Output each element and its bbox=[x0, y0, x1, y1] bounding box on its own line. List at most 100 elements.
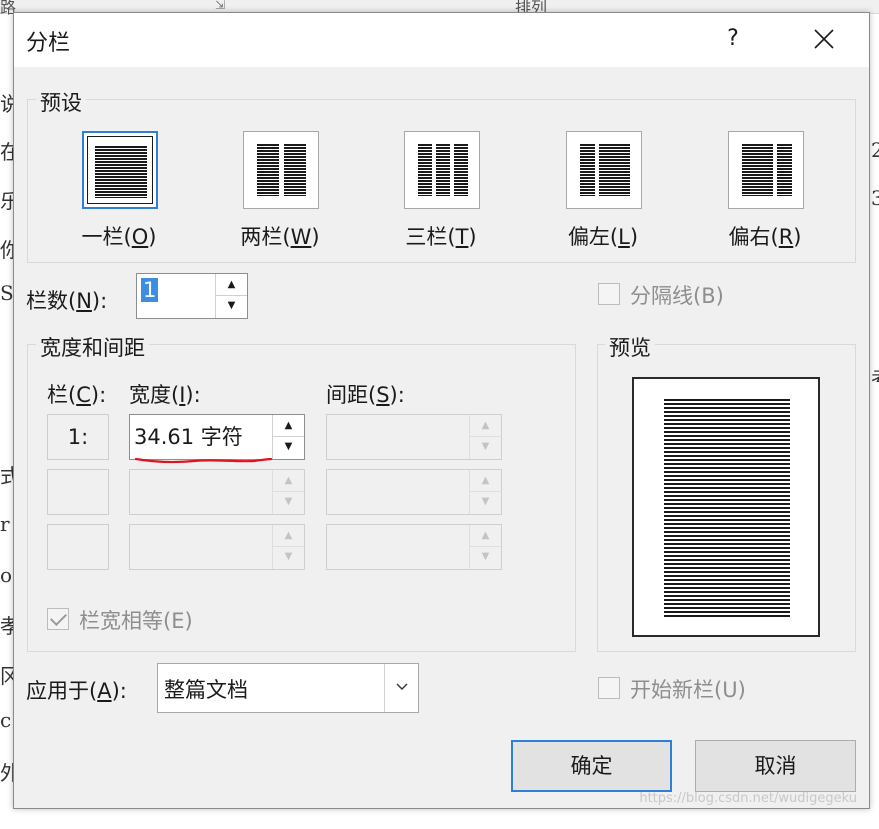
dialog-launcher-icon: ⇲ bbox=[215, 0, 226, 12]
preview-text-lines bbox=[664, 399, 790, 617]
new-column-label: 开始新栏(U) bbox=[630, 678, 746, 702]
spin-up-button: ▲ bbox=[273, 470, 304, 492]
help-button[interactable]: ? bbox=[718, 19, 748, 59]
preset-label-key: R bbox=[778, 225, 794, 249]
spin-down-button: ▼ bbox=[284, 551, 293, 562]
equal-width-label: 栏宽相等(E) bbox=[79, 609, 193, 633]
preview-page bbox=[632, 377, 820, 637]
background-margin-char: S bbox=[0, 281, 14, 305]
spin-up-button[interactable]: ▲ bbox=[216, 274, 247, 296]
background-margin-char: o bbox=[0, 563, 13, 587]
spacing-spinner: ▲ ▼ bbox=[326, 524, 502, 570]
column-number-cell: 1: bbox=[47, 414, 109, 460]
preset-column-lines bbox=[418, 144, 432, 196]
spin-up-button: ▲ bbox=[470, 415, 501, 437]
preset-label-end: ) bbox=[148, 225, 157, 249]
columns-count-value: 1 bbox=[141, 278, 159, 302]
spinner-buttons: ▲ ▼ bbox=[215, 274, 247, 318]
spinner-buttons: ▲ ▼ bbox=[469, 470, 501, 514]
preset-label-key: L bbox=[618, 225, 630, 249]
spin-up-button: ▲ bbox=[470, 525, 501, 547]
equal-width-checkbox bbox=[47, 608, 69, 630]
preset-label-end: ) bbox=[468, 225, 477, 249]
spin-down-button: ▼ bbox=[481, 551, 490, 562]
chevron-down-icon[interactable] bbox=[384, 664, 418, 712]
watermark-text: https://blog.csdn.net/wudigegeku bbox=[639, 791, 857, 806]
preset-one-column[interactable] bbox=[82, 131, 158, 209]
presets-group-label: 预设 bbox=[36, 87, 86, 117]
preset-two-columns[interactable] bbox=[243, 131, 319, 209]
preset-column-lines bbox=[284, 144, 306, 196]
new-column-checkbox[interactable] bbox=[598, 677, 620, 699]
preset-column-lines bbox=[436, 144, 450, 196]
chevron-down-svg bbox=[396, 683, 407, 690]
width-input[interactable]: 34.61 字符 bbox=[134, 421, 243, 451]
label-key: A bbox=[97, 679, 112, 703]
background-margin-char: 3 bbox=[871, 186, 879, 210]
width-spacing-group-label: 宽度和间距 bbox=[36, 332, 149, 362]
preset-right[interactable] bbox=[728, 131, 804, 209]
spin-down-button: ▼ bbox=[481, 441, 490, 452]
preset-label-end: ) bbox=[793, 225, 802, 249]
spacing-header: 间距(S): bbox=[326, 379, 405, 409]
separator-checkbox[interactable] bbox=[598, 283, 620, 305]
col-header: 栏(C): bbox=[47, 379, 106, 409]
spin-down-button: ▼ bbox=[481, 496, 490, 507]
spacing-spinner: ▲ ▼ bbox=[326, 414, 502, 460]
preset-label-end: ) bbox=[311, 225, 320, 249]
preset-right-label[interactable]: 偏右(R) bbox=[705, 221, 825, 251]
header-end: ): bbox=[185, 383, 201, 407]
column-number-cell bbox=[47, 524, 109, 570]
label-key: N bbox=[76, 289, 92, 313]
background-margin-char: c bbox=[0, 708, 12, 732]
preset-column-lines bbox=[742, 144, 773, 196]
preset-one-column-label[interactable]: 一栏(O) bbox=[59, 221, 179, 251]
width-spinner: ▲ ▼ bbox=[129, 524, 305, 570]
apply-to-value: 整篇文档 bbox=[164, 678, 248, 702]
ok-button[interactable]: 确定 bbox=[511, 740, 672, 792]
spin-down-button[interactable]: ▼ bbox=[216, 296, 247, 318]
spinner-buttons: ▲ ▼ bbox=[272, 470, 304, 514]
column-number-cell bbox=[47, 469, 109, 515]
apply-to-select[interactable]: 整篇文档 bbox=[157, 663, 419, 713]
header-text: 宽度( bbox=[129, 383, 180, 407]
cancel-button[interactable]: 取消 bbox=[695, 740, 856, 792]
preset-label-key: W bbox=[290, 225, 312, 249]
spin-up-button[interactable]: ▲ bbox=[273, 415, 304, 437]
preset-left-label[interactable]: 偏左(L) bbox=[543, 221, 663, 251]
columns-count-input[interactable]: 1 bbox=[141, 278, 159, 302]
width-spinner: ▲ ▼ bbox=[129, 469, 305, 515]
preset-label-end: ) bbox=[629, 225, 639, 249]
preset-label-text: 三栏( bbox=[405, 225, 456, 249]
spacing-spinner: ▲ ▼ bbox=[326, 469, 502, 515]
separator-label: 分隔线(B) bbox=[630, 284, 724, 308]
header-text: 栏( bbox=[47, 383, 77, 407]
close-button[interactable] bbox=[804, 19, 844, 59]
preset-two-columns-label[interactable]: 两栏(W) bbox=[220, 221, 340, 251]
background-margin-char: 考 bbox=[871, 362, 879, 391]
columns-count-spinner[interactable]: 1 ▲ ▼ bbox=[136, 273, 248, 319]
spin-down-button[interactable]: ▼ bbox=[273, 437, 304, 459]
apply-to-label: 应用于(A): bbox=[26, 675, 127, 705]
label-end: ): bbox=[111, 679, 127, 703]
header-key: S bbox=[376, 383, 390, 407]
label-text: 栏数( bbox=[26, 289, 77, 313]
preset-label-text: 偏右( bbox=[728, 225, 779, 249]
title-bar: 分栏 ? bbox=[14, 13, 869, 67]
preview-group-label: 预览 bbox=[605, 332, 655, 362]
preset-three-columns-label[interactable]: 三栏(T) bbox=[381, 221, 501, 251]
preset-three-columns[interactable] bbox=[404, 131, 480, 209]
header-text: 间距( bbox=[326, 383, 377, 407]
preset-label-text: 偏左( bbox=[567, 225, 619, 249]
spinner-buttons: ▲ ▼ bbox=[272, 525, 304, 569]
spin-down-button: ▼ bbox=[284, 496, 293, 507]
preset-column-lines bbox=[580, 144, 595, 196]
preset-column-lines bbox=[257, 144, 279, 196]
spinner-buttons: ▲ ▼ bbox=[469, 415, 501, 459]
header-end: ): bbox=[90, 383, 107, 407]
preset-left[interactable] bbox=[566, 131, 642, 209]
preset-column-lines bbox=[95, 146, 147, 198]
header-end: ): bbox=[389, 383, 405, 407]
close-icon bbox=[814, 29, 834, 49]
background-margin-char: r bbox=[0, 512, 10, 536]
